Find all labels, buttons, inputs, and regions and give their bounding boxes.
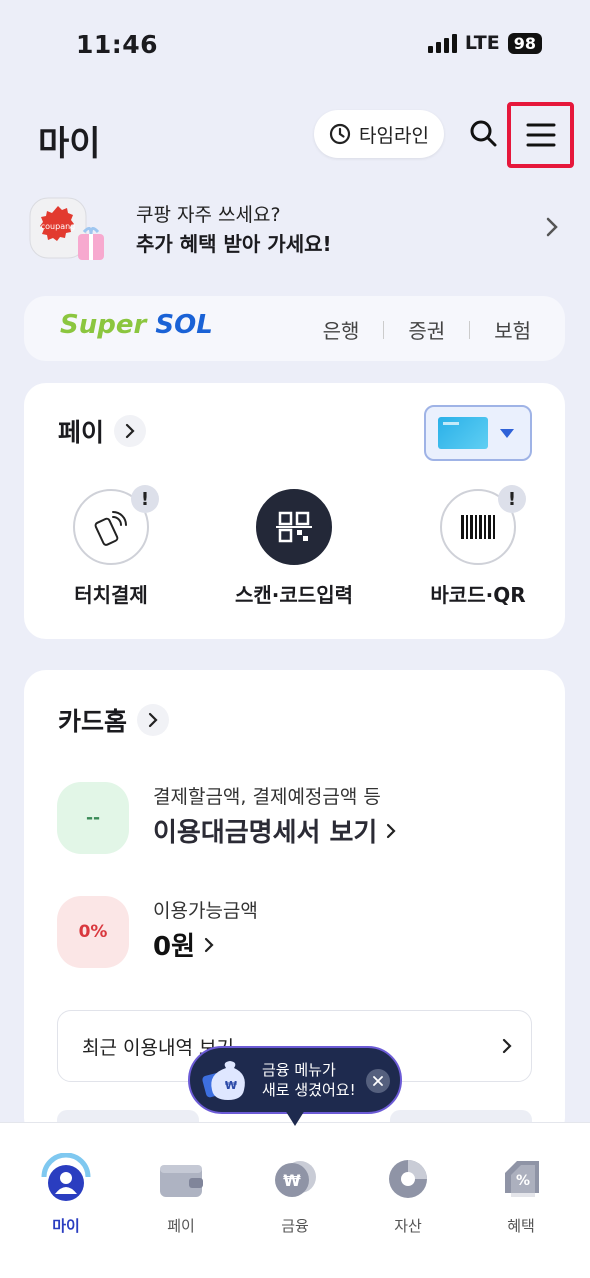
supersol-logo: Super SOL <box>60 310 213 340</box>
usage-percent-badge: 0% <box>57 896 129 968</box>
bottom-tab-bar: 마이 페이 ₩ 금융 자산 % 혜택 <box>0 1122 590 1278</box>
link-bank[interactable]: 은행 <box>323 315 360 344</box>
link-insurance[interactable]: 보험 <box>494 315 531 344</box>
close-button[interactable] <box>366 1069 390 1093</box>
pay-title: 페이 <box>58 418 105 447</box>
card-selector[interactable] <box>424 405 532 461</box>
hamburger-menu-icon <box>526 123 555 147</box>
network-type: LTE <box>464 32 500 54</box>
alert-badge: ! <box>498 485 526 513</box>
statement-badge: -- <box>57 782 129 854</box>
supersol-links: 은행 증권 보험 <box>323 315 531 344</box>
touch-pay-label: 터치결제 <box>74 583 148 607</box>
statement-row[interactable]: -- 결제할금액, 결제예정금액 등 이용대금명세서 보기 <box>57 782 537 854</box>
header: 마이 타임라인 <box>0 100 590 170</box>
tab-label: 혜택 <box>507 1217 535 1235</box>
tab-label: 자산 <box>394 1217 422 1235</box>
tooltip-tail <box>285 1110 305 1126</box>
tab-my[interactable]: 마이 <box>11 1152 121 1236</box>
chevron-right-icon <box>546 217 558 237</box>
tab-label: 페이 <box>167 1217 195 1235</box>
money-bag-icon: ₩ <box>202 1061 245 1100</box>
credit-card-thumbnail <box>438 417 488 449</box>
pie-chart-icon <box>389 1160 427 1198</box>
tab-benefits[interactable]: % 혜택 <box>466 1153 576 1236</box>
available-amount-subtitle: 이용가능금액 <box>153 900 258 922</box>
coin-won-icon: ₩ <box>275 1161 316 1197</box>
svg-text:₩: ₩ <box>225 1079 237 1092</box>
tab-label: 금융 <box>281 1217 309 1235</box>
available-amount-row[interactable]: 0% 이용가능금액 0원 <box>57 896 537 968</box>
touch-pay-icon: ! <box>73 485 159 565</box>
divider <box>383 320 385 339</box>
status-time: 11:46 <box>76 30 159 59</box>
svg-text:₩: ₩ <box>283 1171 301 1190</box>
timeline-label: 타임라인 <box>359 124 429 147</box>
wallet-icon <box>160 1165 203 1197</box>
qr-scan-icon <box>256 489 332 565</box>
status-bar: 11:46 LTE 98 <box>0 0 590 90</box>
chevron-right-icon <box>137 704 170 736</box>
chevron-right-icon <box>387 823 396 838</box>
clock-icon <box>329 123 351 145</box>
discount-tag-icon: % <box>505 1161 539 1197</box>
status-indicators: LTE 98 <box>427 32 542 54</box>
statement-link[interactable]: 이용대금명세서 보기 <box>153 812 397 849</box>
promo-banner[interactable]: coupang 쿠팡 자주 쓰세요? 추가 혜택 받아 가세요! <box>24 190 566 270</box>
menu-button[interactable] <box>507 102 574 168</box>
chevron-right-icon <box>502 1038 512 1054</box>
tab-label: 마이 <box>52 1217 80 1235</box>
finance-menu-tooltip[interactable]: ₩ 금융 메뉴가 새로 생겼어요! <box>188 1046 402 1114</box>
cardhome-title-link[interactable]: 카드홈 <box>58 702 170 738</box>
timeline-button[interactable]: 타임라인 <box>314 110 444 158</box>
divider <box>469 320 471 339</box>
supersol-bar: Super SOL 은행 증권 보험 <box>24 296 565 361</box>
signal-icon <box>427 33 457 53</box>
promo-cta: 추가 혜택 받아 가세요! <box>136 232 332 256</box>
chevron-right-icon <box>114 415 147 447</box>
link-securities[interactable]: 증권 <box>408 315 445 344</box>
coupang-logo-text: coupang <box>41 222 76 231</box>
coupang-gift-icon: coupang <box>29 197 104 260</box>
available-amount-link[interactable]: 0원 <box>153 926 215 963</box>
promo-question: 쿠팡 자주 쓰세요? <box>136 204 281 226</box>
chevron-right-icon <box>204 937 214 952</box>
barcode-icon: ! <box>440 485 526 565</box>
scan-code-button[interactable]: 스캔·코드입력 <box>214 489 374 608</box>
my-person-icon <box>41 1152 91 1201</box>
battery-icon: 98 <box>507 32 542 54</box>
svg-text:%: % <box>516 1173 530 1189</box>
page-title: 마이 <box>38 124 101 164</box>
pay-title-link[interactable]: 페이 <box>58 413 147 449</box>
pay-section: 페이 ! 터치결제 스캔·코드입력 ! 바코드·QR <box>24 383 565 639</box>
close-icon <box>373 1076 383 1086</box>
tab-assets[interactable]: 자산 <box>353 1153 463 1236</box>
barcode-qr-button[interactable]: ! 바코드·QR <box>398 485 558 608</box>
search-icon <box>470 120 497 147</box>
touch-pay-button[interactable]: ! 터치결제 <box>31 485 191 608</box>
tab-pay[interactable]: 페이 <box>126 1153 236 1236</box>
cardhome-title: 카드홈 <box>58 707 128 736</box>
alert-badge: ! <box>131 485 159 513</box>
search-button[interactable] <box>466 116 502 152</box>
tooltip-text: 금융 메뉴가 새로 생겼어요! <box>262 1061 356 1099</box>
scan-code-label: 스캔·코드입력 <box>235 583 353 607</box>
barcode-qr-label: 바코드·QR <box>430 583 526 607</box>
tab-finance[interactable]: ₩ 금융 <box>240 1153 350 1236</box>
statement-subtitle: 결제할금액, 결제예정금액 등 <box>153 786 381 808</box>
dropdown-caret-icon <box>500 428 514 438</box>
